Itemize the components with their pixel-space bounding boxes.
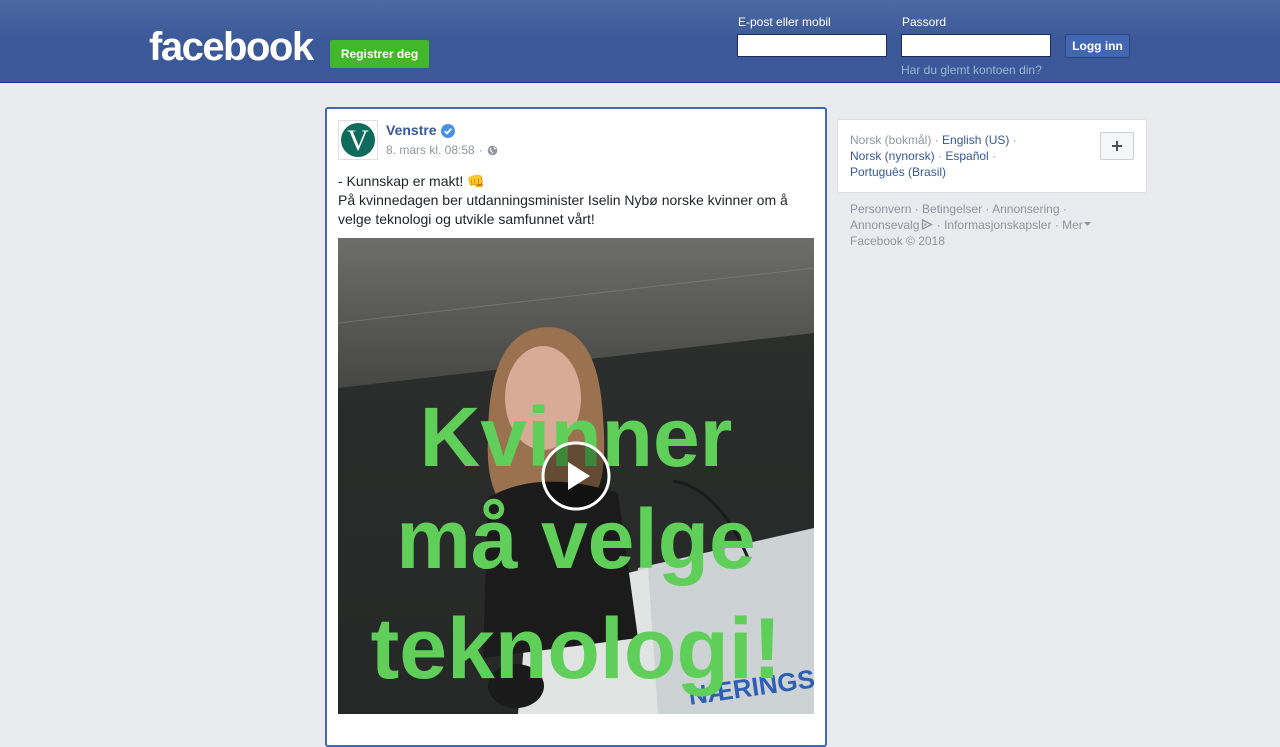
forgot-account-link[interactable]: Har du glemt kontoen din? — [901, 63, 1042, 77]
top-bar: facebook Registrer deg E-post eller mobi… — [0, 0, 1280, 83]
globe-icon[interactable] — [487, 145, 498, 156]
footer-privacy-link[interactable]: Personvern — [850, 202, 911, 216]
caret-down-icon — [1083, 222, 1091, 226]
copyright-text: Facebook © 2018 — [850, 234, 945, 248]
avatar-letter: V — [347, 124, 369, 157]
venstre-logo-icon: V — [341, 123, 375, 157]
post-card: V Venstre 8. mars kl. 08:58 · - Kunnskap… — [325, 107, 827, 747]
footer-cookies-link[interactable]: Informasjonskapsler — [944, 218, 1051, 232]
language-list: Norsk (bokmål) · English (US) · Norsk (n… — [850, 133, 1017, 179]
register-button[interactable]: Registrer deg — [330, 40, 429, 68]
post-meta: 8. mars kl. 08:58 · — [386, 143, 498, 157]
current-language: Norsk (bokmål) — [850, 133, 932, 147]
email-input[interactable] — [737, 34, 887, 57]
post-video[interactable]: NÆRINGSLI Kvinner må velge teknologi! — [338, 238, 814, 714]
post-text-line1: - Kunnskap er makt! 👊 — [338, 173, 485, 189]
post-timestamp[interactable]: 8. mars kl. 08:58 — [386, 143, 475, 157]
footer-links: Personvern · Betingelser · Annonsering ·… — [850, 201, 1110, 249]
more-languages-button[interactable] — [1100, 132, 1134, 160]
verified-badge-icon — [441, 124, 455, 138]
footer-more-link[interactable]: Mer — [1062, 218, 1091, 232]
post-text-line2: På kvinnedagen ber utdanningsminister Is… — [338, 192, 788, 227]
language-espanol[interactable]: Español — [945, 149, 988, 163]
footer-adchoices-link[interactable]: Annonsevalg — [850, 218, 934, 232]
meta-separator: · — [478, 143, 483, 157]
page-name-link[interactable]: Venstre — [386, 122, 437, 138]
password-label: Passord — [902, 15, 947, 29]
language-portugues-brasil[interactable]: Português (Brasil) — [850, 165, 946, 179]
video-overlay-line3: teknologi! — [371, 601, 782, 697]
language-selector-box: Norsk (bokmål) · English (US) · Norsk (n… — [837, 119, 1147, 193]
post-text: - Kunnskap er makt! 👊 På kvinnedagen ber… — [338, 172, 808, 229]
adchoices-icon — [922, 218, 934, 231]
email-label: E-post eller mobil — [738, 15, 831, 29]
login-button[interactable]: Logg inn — [1065, 34, 1130, 58]
play-icon[interactable] — [541, 441, 611, 511]
footer-terms-link[interactable]: Betingelser — [922, 202, 982, 216]
page-avatar[interactable]: V — [338, 120, 378, 160]
plus-icon — [1112, 141, 1122, 151]
footer-advertising-link[interactable]: Annonsering — [992, 202, 1059, 216]
language-english-us[interactable]: English (US) — [942, 133, 1009, 147]
facebook-logo[interactable]: facebook — [149, 24, 314, 70]
language-norsk-nynorsk[interactable]: Norsk (nynorsk) — [850, 149, 935, 163]
password-input[interactable] — [901, 34, 1051, 57]
